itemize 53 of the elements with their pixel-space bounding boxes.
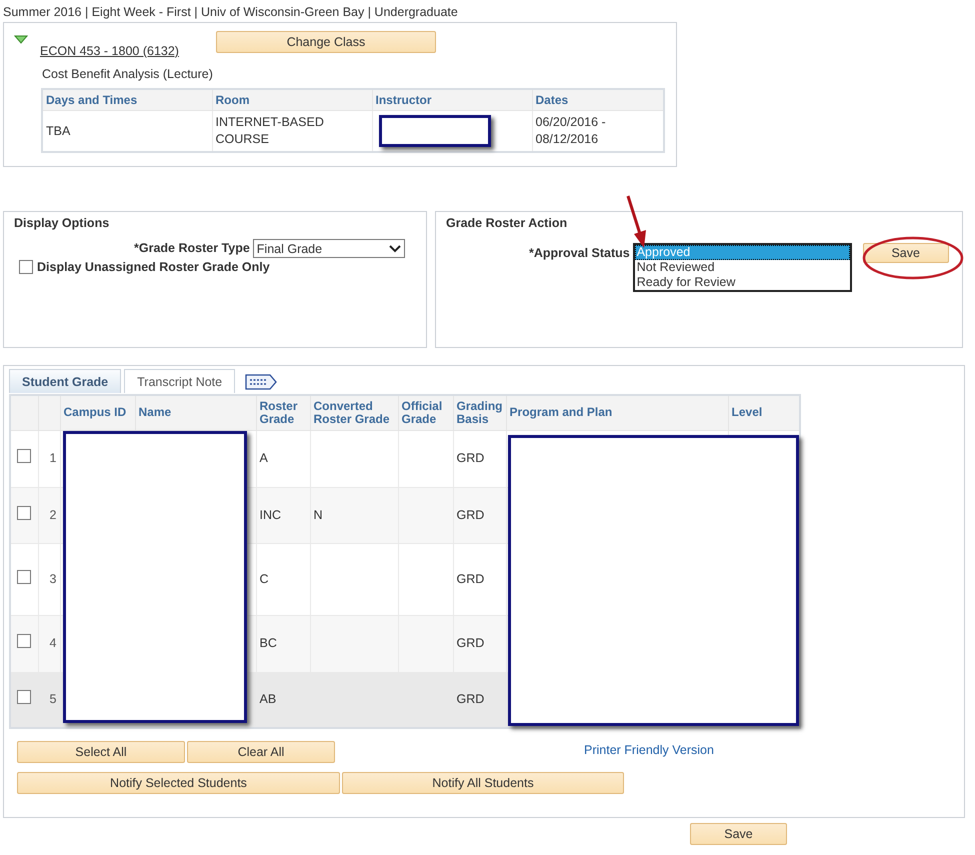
row-number: 1 bbox=[38, 430, 60, 487]
row-number: 2 bbox=[38, 487, 60, 543]
checkbox-label: Display Unassigned Roster Grade Only bbox=[37, 260, 270, 274]
column-header: Name bbox=[135, 395, 256, 430]
column-header: Days and Times bbox=[42, 89, 212, 110]
course-link[interactable]: ECON 453 - 1800 (6132) bbox=[40, 44, 179, 58]
column-header: Roster Grade bbox=[256, 395, 310, 430]
term-header: Summer 2016 | Eight Week - First | Univ of Wisconsin-Green Bay | Undergraduate bbox=[3, 5, 459, 19]
notify-button[interactable]: Notify All Students bbox=[342, 772, 624, 794]
column-header: Room bbox=[212, 89, 372, 110]
column-header: Campus ID bbox=[60, 395, 135, 430]
row-number: 3 bbox=[38, 543, 60, 615]
save-button[interactable]: Save bbox=[690, 823, 787, 845]
column-header: Dates bbox=[532, 89, 664, 110]
course-description: Cost Benefit Analysis (Lecture) bbox=[42, 67, 214, 81]
show-all-columns-icon[interactable] bbox=[245, 374, 278, 390]
column-header: Instructor bbox=[372, 89, 532, 110]
panel-title: Display Options bbox=[14, 216, 110, 230]
select-button[interactable]: Clear All bbox=[187, 741, 335, 763]
row-number: 4 bbox=[38, 615, 60, 672]
table-cell: C bbox=[256, 543, 310, 615]
column-header: Grading Basis bbox=[453, 395, 506, 430]
change-class-button[interactable]: Change Class bbox=[216, 31, 436, 53]
roster-type-dropdown[interactable]: Final Grade bbox=[252, 239, 405, 258]
table-cell: INC bbox=[256, 487, 310, 543]
table-cell: A bbox=[256, 430, 310, 487]
select-button[interactable]: Select All bbox=[17, 741, 185, 763]
field-label: *Approval Status bbox=[529, 245, 630, 262]
checkbox[interactable] bbox=[19, 260, 33, 274]
table-cell: GRD bbox=[453, 543, 506, 615]
tab[interactable]: Transcript Note bbox=[124, 369, 236, 393]
chevron-down-icon bbox=[388, 244, 401, 252]
table-cell: GRD bbox=[453, 487, 506, 543]
column-header: Level bbox=[728, 395, 800, 430]
row-checkbox[interactable] bbox=[17, 449, 32, 463]
table-cell: N bbox=[310, 487, 398, 543]
table-cell: BC bbox=[256, 615, 310, 672]
notify-button[interactable]: Notify Selected Students bbox=[17, 772, 340, 794]
row-checkbox[interactable] bbox=[17, 506, 32, 520]
row-checkbox[interactable] bbox=[17, 634, 32, 648]
row-checkbox[interactable] bbox=[17, 570, 32, 584]
panel-title: Grade Roster Action bbox=[446, 216, 568, 230]
column-header: Converted Roster Grade bbox=[310, 395, 398, 430]
table-cell: GRD bbox=[453, 430, 506, 487]
collapse-triangle-icon[interactable] bbox=[14, 35, 28, 45]
save-button[interactable]: Save bbox=[862, 243, 949, 263]
column-header: Program and Plan bbox=[506, 395, 728, 430]
field-label: *Grade Roster Type bbox=[134, 240, 250, 257]
approval-status-listbox[interactable]: Approved Not Reviewed Ready for Review bbox=[632, 243, 852, 292]
row-checkbox[interactable] bbox=[17, 690, 32, 704]
tab[interactable]: Student Grade bbox=[9, 369, 122, 393]
table-cell: GRD bbox=[453, 615, 506, 672]
column-header: Official Grade bbox=[398, 395, 453, 430]
